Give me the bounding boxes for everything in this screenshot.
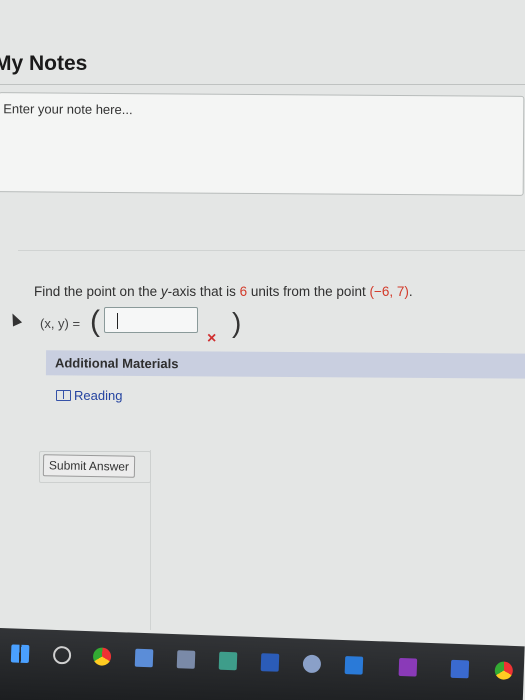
app-icon[interactable] xyxy=(450,659,470,679)
onenote-icon[interactable] xyxy=(398,657,418,677)
answer-label: (x, y) = xyxy=(40,316,81,331)
notes-title: My Notes xyxy=(0,52,88,75)
steam-icon[interactable] xyxy=(302,654,322,674)
reading-label: Reading xyxy=(74,388,123,403)
additional-materials-label: Additional Materials xyxy=(54,355,179,372)
text-cursor xyxy=(117,313,118,329)
chrome-icon[interactable] xyxy=(494,661,514,680)
note-textarea[interactable]: Enter your note here... xyxy=(0,92,525,196)
incorrect-x-icon: × xyxy=(207,330,217,347)
point-value: (−6, 7) xyxy=(369,284,409,299)
word-icon[interactable] xyxy=(260,653,280,672)
book-icon xyxy=(56,390,71,401)
paren-close: ) xyxy=(232,307,242,338)
lower-panel xyxy=(150,450,525,630)
question-text: Find the point on the y-axis that is 6 u… xyxy=(34,284,413,299)
additional-materials-header: Additional Materials xyxy=(45,350,525,379)
distance-value: 6 xyxy=(239,284,248,299)
outlook-icon[interactable] xyxy=(344,656,364,675)
windows-icon[interactable] xyxy=(10,644,30,664)
note-placeholder: Enter your note here... xyxy=(3,101,133,118)
submit-answer-button[interactable]: Submit Answer xyxy=(42,454,136,478)
chrome-icon[interactable] xyxy=(92,647,112,666)
answer-input[interactable] xyxy=(104,307,198,333)
app-icon[interactable] xyxy=(218,651,238,671)
taskbar xyxy=(0,628,525,700)
file-icon[interactable] xyxy=(176,650,196,669)
paren-open: ( xyxy=(90,305,100,338)
reading-link[interactable]: Reading xyxy=(56,388,122,403)
divider xyxy=(0,84,525,85)
cortana-icon[interactable] xyxy=(52,645,72,665)
file-icon[interactable] xyxy=(134,648,154,668)
